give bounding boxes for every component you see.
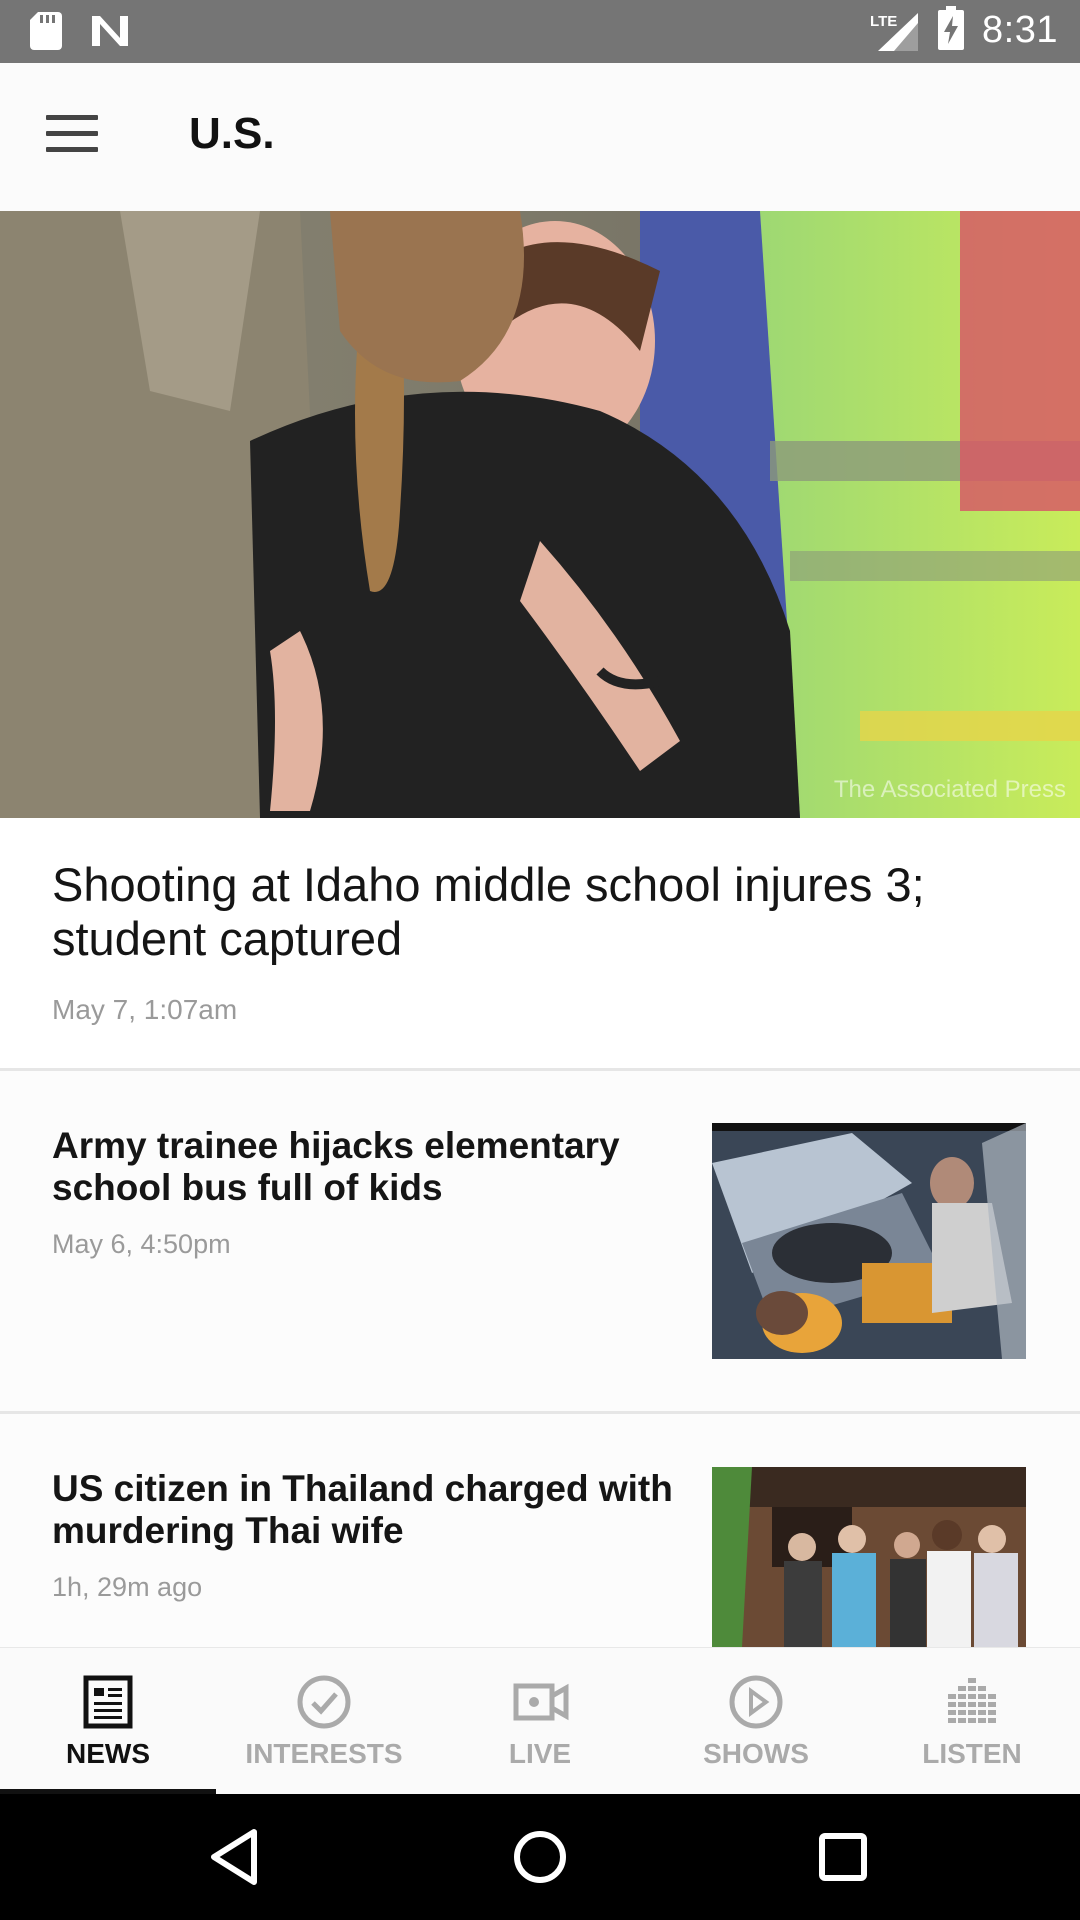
clock: 8:31 bbox=[982, 9, 1058, 51]
tab-news-label: NEWS bbox=[66, 1738, 150, 1769]
tab-interests-label: INTERESTS bbox=[245, 1738, 403, 1769]
list-item[interactable]: Army trainee hijacks elementary school b… bbox=[0, 1071, 1080, 1411]
tab-live[interactable]: LIVE bbox=[432, 1648, 648, 1795]
newspaper-icon bbox=[83, 1675, 133, 1729]
article-thumbnail[interactable] bbox=[712, 1467, 1026, 1647]
tab-interests[interactable]: INTERESTS bbox=[216, 1648, 432, 1795]
list-item[interactable]: US citizen in Thailand charged with murd… bbox=[0, 1414, 1080, 1647]
article-time: 1h, 29m ago bbox=[52, 1572, 203, 1602]
back-icon[interactable] bbox=[200, 1822, 270, 1892]
article-title[interactable]: US citizen in Thailand charged with murd… bbox=[52, 1468, 682, 1552]
sd-card-icon bbox=[30, 12, 62, 55]
lead-article[interactable]: Shooting at Idaho middle school injures … bbox=[0, 818, 1080, 1068]
hamburger-menu-icon[interactable] bbox=[46, 115, 98, 155]
play-circle-icon bbox=[729, 1675, 783, 1729]
tab-shows-label: SHOWS bbox=[703, 1738, 809, 1769]
lead-article-title[interactable]: Shooting at Idaho middle school injures … bbox=[52, 858, 1042, 966]
equalizer-icon bbox=[948, 1678, 996, 1723]
tab-news[interactable]: NEWS bbox=[0, 1648, 216, 1795]
battery-charging-icon bbox=[938, 6, 965, 55]
n-notification-icon bbox=[90, 14, 130, 53]
tab-live-label: LIVE bbox=[508, 1738, 572, 1769]
video-camera-icon bbox=[513, 1683, 569, 1721]
lte-signal-icon: LTE bbox=[870, 9, 920, 53]
system-navigation-bar bbox=[0, 1794, 1080, 1920]
app-bar: U.S. bbox=[0, 63, 1080, 211]
hero-image[interactable]: The Associated Press bbox=[0, 211, 1080, 818]
check-circle-icon bbox=[297, 1675, 351, 1729]
status-bar: LTE 8:31 bbox=[0, 0, 1080, 63]
bus-thumbnail-illustration bbox=[712, 1123, 1026, 1359]
bottom-navigation: NEWS INTERESTS LIVE SHOWS LISTEN bbox=[0, 1647, 1080, 1795]
article-title[interactable]: Army trainee hijacks elementary school b… bbox=[52, 1125, 682, 1209]
tab-listen[interactable]: LISTEN bbox=[864, 1648, 1080, 1795]
home-icon[interactable] bbox=[505, 1822, 575, 1892]
recents-icon[interactable] bbox=[808, 1822, 878, 1892]
thailand-thumbnail-illustration bbox=[712, 1467, 1026, 1647]
page-title: U.S. bbox=[189, 109, 275, 158]
tab-listen-label: LISTEN bbox=[922, 1738, 1022, 1769]
photo-credit: The Associated Press bbox=[833, 776, 1066, 803]
article-thumbnail[interactable] bbox=[712, 1123, 1026, 1359]
lead-article-time: May 7, 1:07am bbox=[52, 994, 238, 1025]
hero-photo-illustration bbox=[0, 211, 1080, 818]
tab-shows[interactable]: SHOWS bbox=[648, 1648, 864, 1795]
article-time: May 6, 4:50pm bbox=[52, 1229, 231, 1259]
